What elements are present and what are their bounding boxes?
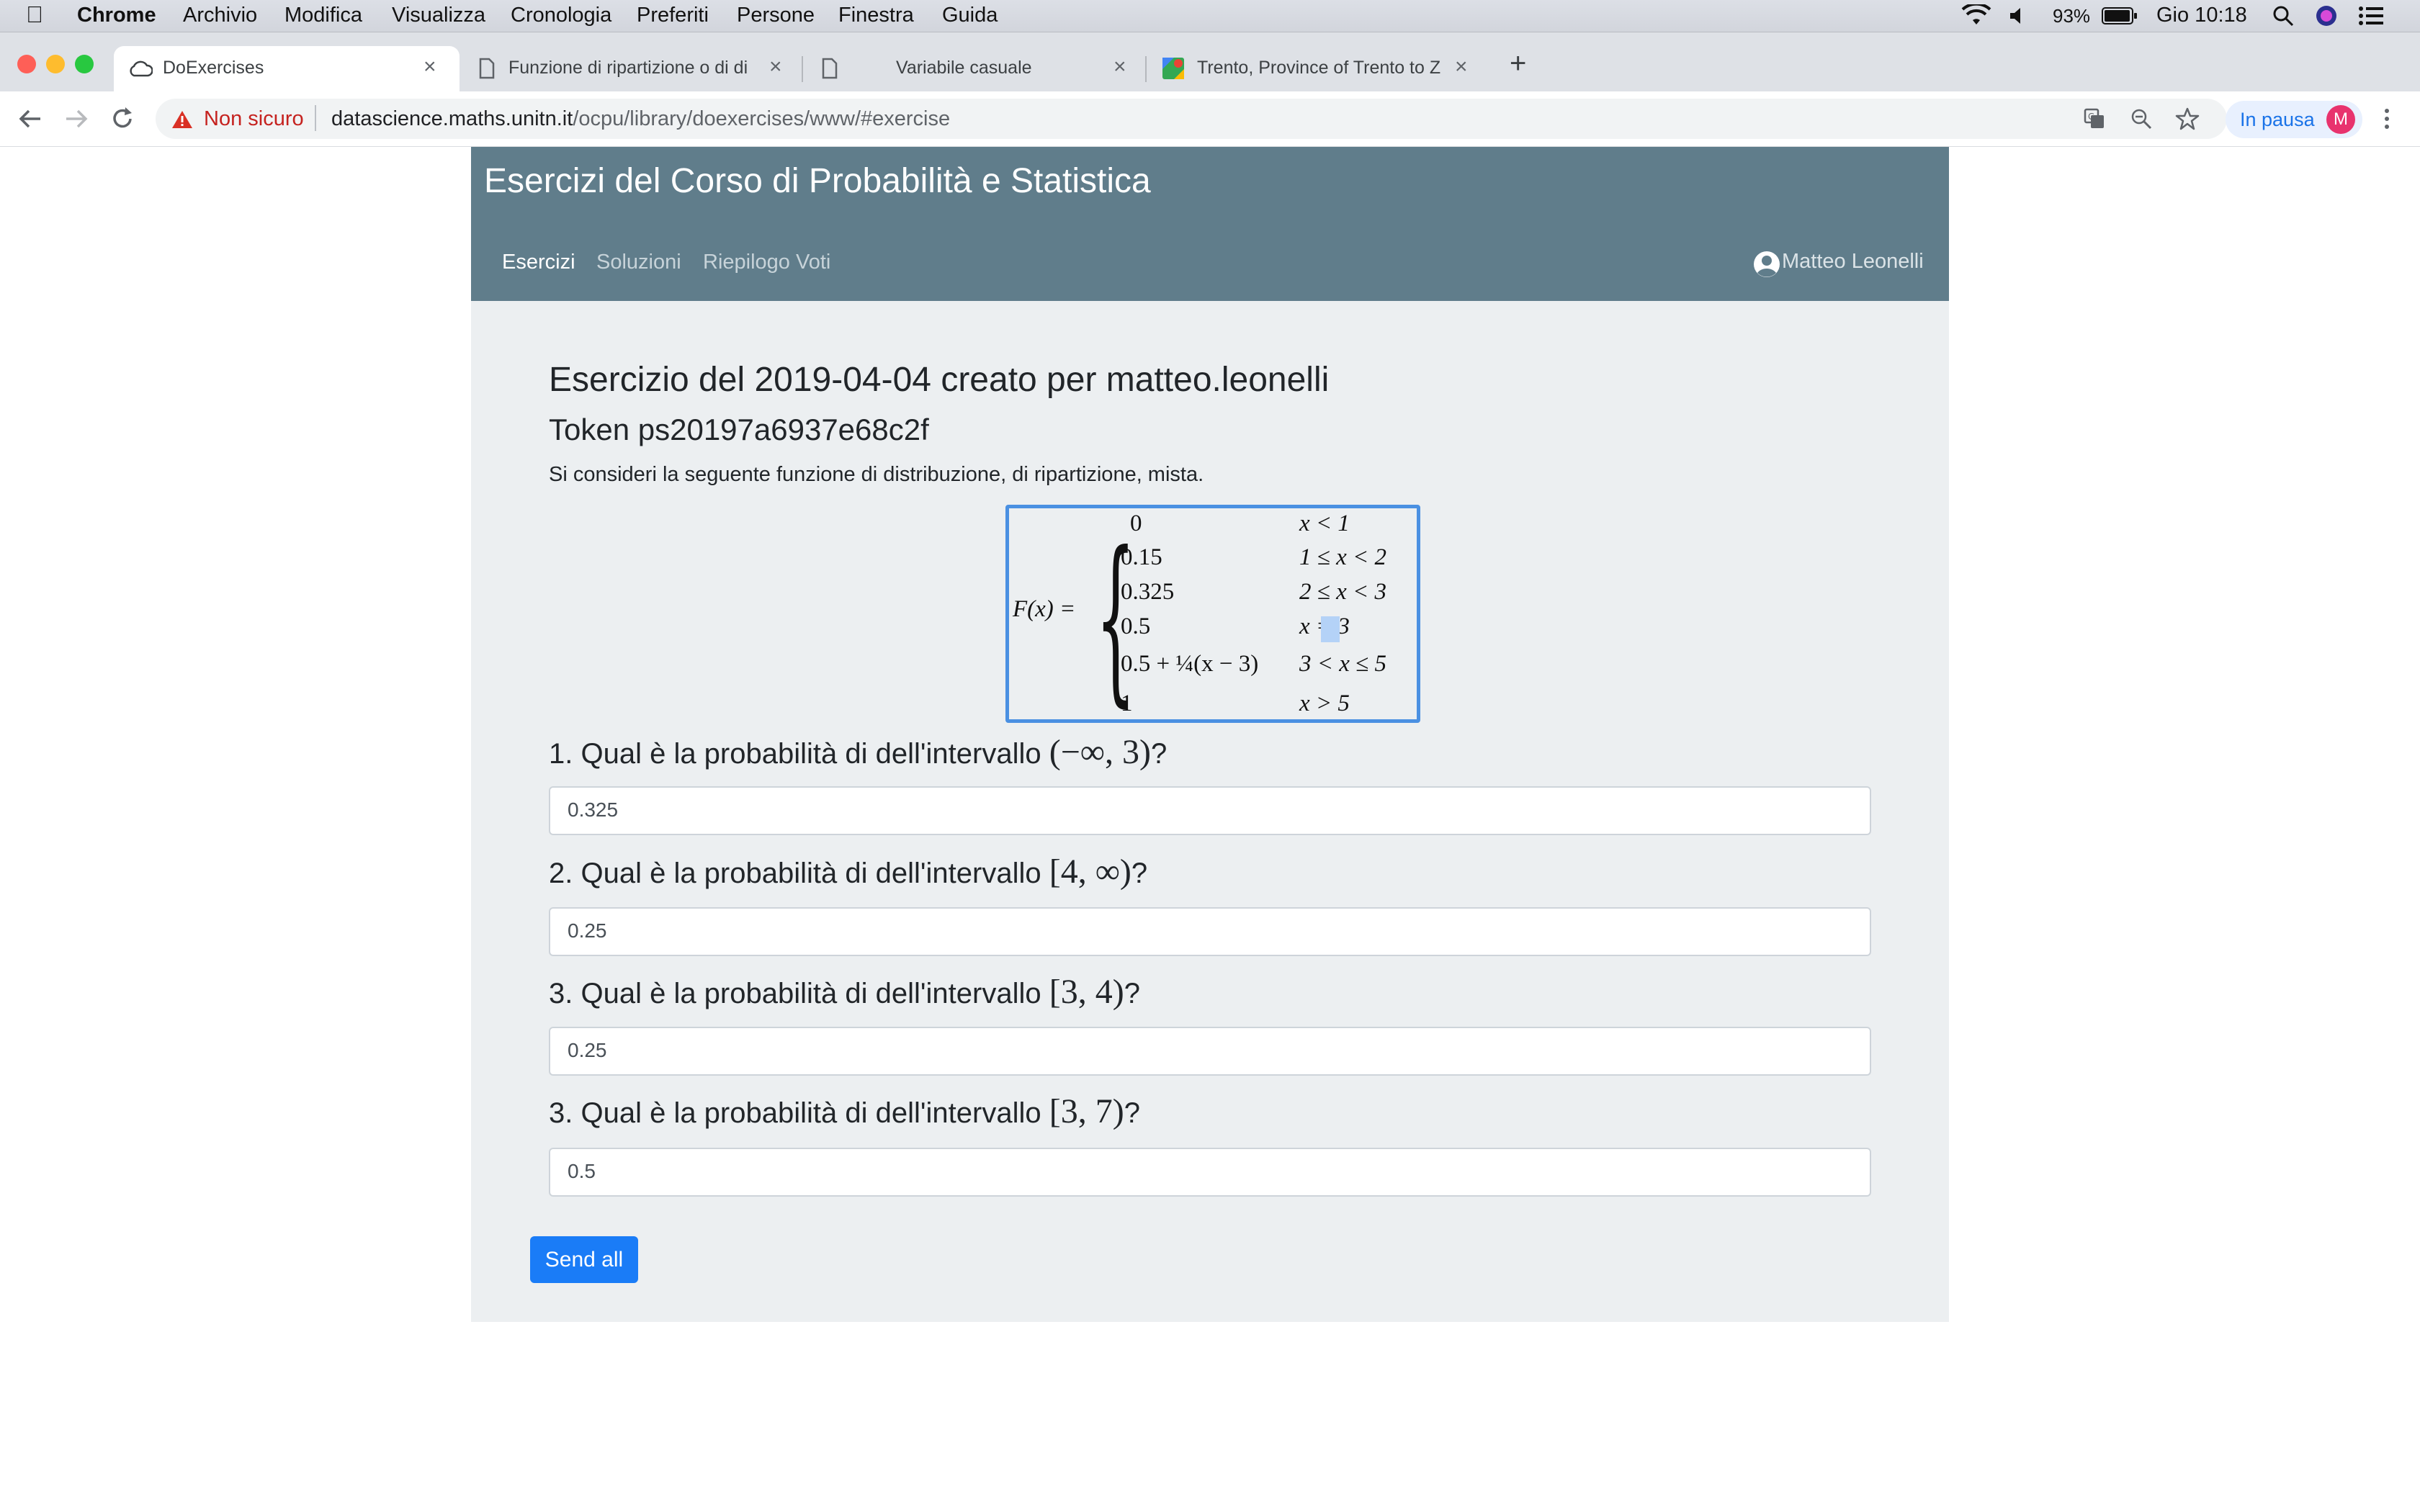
app-navbar: Esercizi del Corso di Probabilità e Stat… (471, 147, 1949, 301)
exercise-token: Token ps20197a6937e68c2f (549, 413, 929, 446)
translate-icon[interactable]: G (2084, 108, 2105, 130)
answer-field-4[interactable] (549, 1148, 1871, 1197)
answer-input[interactable] (566, 909, 1851, 953)
cloud-icon (130, 60, 153, 77)
profile-status: In pausa (2240, 109, 2315, 130)
menu-modifica[interactable]: Modifica (284, 4, 362, 27)
security-status[interactable]: Non sicuro (204, 107, 304, 131)
distribution-formula[interactable]: F(x) = { 0 x < 1 0.15 1 ≤ x < 2 0.325 2 … (1005, 505, 1420, 723)
menu-persone[interactable]: Persone (737, 4, 815, 27)
tab-separator (1145, 56, 1147, 82)
answer-input[interactable] (566, 1149, 1851, 1194)
nav-soluzioni[interactable]: Soluzioni (596, 251, 681, 274)
tab-variabile-casuale[interactable]: Variabile casuale × (808, 46, 1139, 91)
back-arrow-icon[interactable] (17, 107, 43, 131)
zoom-icon[interactable] (2130, 108, 2152, 130)
minimize-window-button[interactable] (46, 55, 65, 73)
omnibox-divider (315, 105, 316, 131)
tab-title: DoExercises (163, 58, 264, 78)
menu-preferiti[interactable]: Preferiti (637, 4, 709, 27)
new-tab-icon[interactable]: + (1510, 48, 1526, 80)
case-value: 0.325 (1121, 579, 1175, 605)
url-text[interactable]: datascience.maths.unitn.it/ocpu/library/… (331, 107, 950, 131)
svg-text:G: G (2088, 112, 2094, 122)
case-range: x < 1 (1299, 510, 1350, 536)
user-name[interactable]: Matteo Leonelli (1782, 250, 1924, 274)
tab-title: Trento, Province of Trento to Z (1197, 58, 1441, 78)
warning-icon[interactable] (171, 109, 193, 130)
nav-riepilogo-voti[interactable]: Riepilogo Voti (703, 251, 830, 274)
menu-archivio[interactable]: Archivio (183, 4, 257, 27)
close-tab-icon[interactable]: × (1455, 55, 1468, 79)
question-1: 1. Qual è la probabilità di dell'interva… (549, 733, 1168, 771)
case-value: 0.15 (1121, 544, 1162, 570)
question-interval: [3, 7) (1049, 1092, 1124, 1130)
app-title[interactable]: Esercizi del Corso di Probabilità e Stat… (484, 161, 1151, 201)
avatar: M (2326, 105, 2355, 134)
battery-icon[interactable] (2102, 7, 2138, 24)
menu-cronologia[interactable]: Cronologia (511, 4, 611, 27)
exercise-heading: Esercizio del 2019-04-04 creato per matt… (549, 361, 1330, 399)
menu-visualizza[interactable]: Visualizza (392, 4, 485, 27)
answer-field-1[interactable] (549, 786, 1871, 835)
battery-percent: 93% (2053, 5, 2091, 27)
menu-finestra[interactable]: Finestra (838, 4, 914, 27)
forward-arrow-icon[interactable] (63, 107, 89, 131)
page-icon (479, 58, 495, 79)
answer-input[interactable] (566, 1028, 1851, 1073)
close-tab-icon[interactable]: × (1113, 55, 1126, 79)
tab-trento-maps[interactable]: Trento, Province of Trento to Z × (1151, 46, 1482, 91)
siri-icon[interactable] (2315, 4, 2338, 27)
tab-funzione-ripartizione[interactable]: Funzione di ripartizione o di di × (465, 46, 797, 91)
user-circle-icon[interactable] (1753, 251, 1780, 278)
case-range: 1 ≤ x < 2 (1299, 544, 1387, 570)
apple-icon[interactable]:  (26, 1, 43, 28)
case-range: 2 ≤ x < 3 (1299, 579, 1387, 605)
page-icon (822, 58, 838, 79)
question-2: 2. Qual è la probabilità di dell'interva… (549, 852, 1148, 891)
question-interval: (−∞, 3) (1049, 733, 1151, 771)
answer-input[interactable] (566, 788, 1851, 832)
tab-title: Variabile casuale (896, 58, 1032, 78)
send-all-button[interactable]: Send all (530, 1236, 638, 1283)
case-value: 0.5 (1121, 613, 1151, 639)
tab-separator (802, 56, 803, 82)
menu-app-name[interactable]: Chrome (77, 4, 156, 27)
nav-esercizi[interactable]: Esercizi (502, 251, 575, 274)
volume-icon[interactable] (2008, 6, 2028, 26)
maps-icon (1162, 58, 1184, 79)
case-value: 0 (1130, 510, 1142, 536)
case-value: 1 (1121, 690, 1133, 716)
menu-guida[interactable]: Guida (942, 4, 998, 27)
bookmark-star-icon[interactable] (2175, 107, 2200, 131)
question-interval: [4, ∞) (1049, 852, 1131, 891)
tab-title: Funzione di ripartizione o di di (508, 58, 748, 78)
exercise-intro: Si consideri la seguente funzione di dis… (549, 463, 1204, 486)
reload-icon[interactable] (109, 106, 135, 132)
answer-field-3[interactable] (549, 1027, 1871, 1076)
close-window-button[interactable] (17, 55, 36, 73)
wifi-icon[interactable] (1960, 4, 1992, 27)
answer-field-2[interactable] (549, 907, 1871, 956)
zoom-window-button[interactable] (75, 55, 94, 73)
case-range: x > 5 (1299, 690, 1350, 716)
case-value: 0.5 + ¼(x − 3) (1121, 651, 1259, 677)
close-tab-icon[interactable]: × (424, 55, 436, 79)
spotlight-search-icon[interactable] (2272, 4, 2295, 27)
profile-chip[interactable]: In pausa M (2226, 101, 2362, 138)
tab-doexercises[interactable]: DoExercises × (114, 46, 460, 91)
kebab-menu-icon[interactable] (2381, 107, 2393, 131)
case-range: 3 < x ≤ 5 (1299, 651, 1387, 677)
macos-menu-bar:  Chrome Archivio Modifica Visualizza Cr… (0, 0, 2420, 32)
text-selection-highlight (1321, 616, 1340, 642)
notification-center-icon[interactable] (2358, 6, 2384, 26)
menu-clock[interactable]: Gio 10:18 (2156, 4, 2247, 27)
question-3: 3. Qual è la probabilità di dell'interva… (549, 973, 1140, 1011)
formula-lhs: F(x) = (1013, 596, 1076, 622)
close-tab-icon[interactable]: × (769, 55, 782, 79)
question-4: 3. Qual è la probabilità di dell'interva… (549, 1092, 1140, 1130)
question-interval: [3, 4) (1049, 973, 1124, 1011)
